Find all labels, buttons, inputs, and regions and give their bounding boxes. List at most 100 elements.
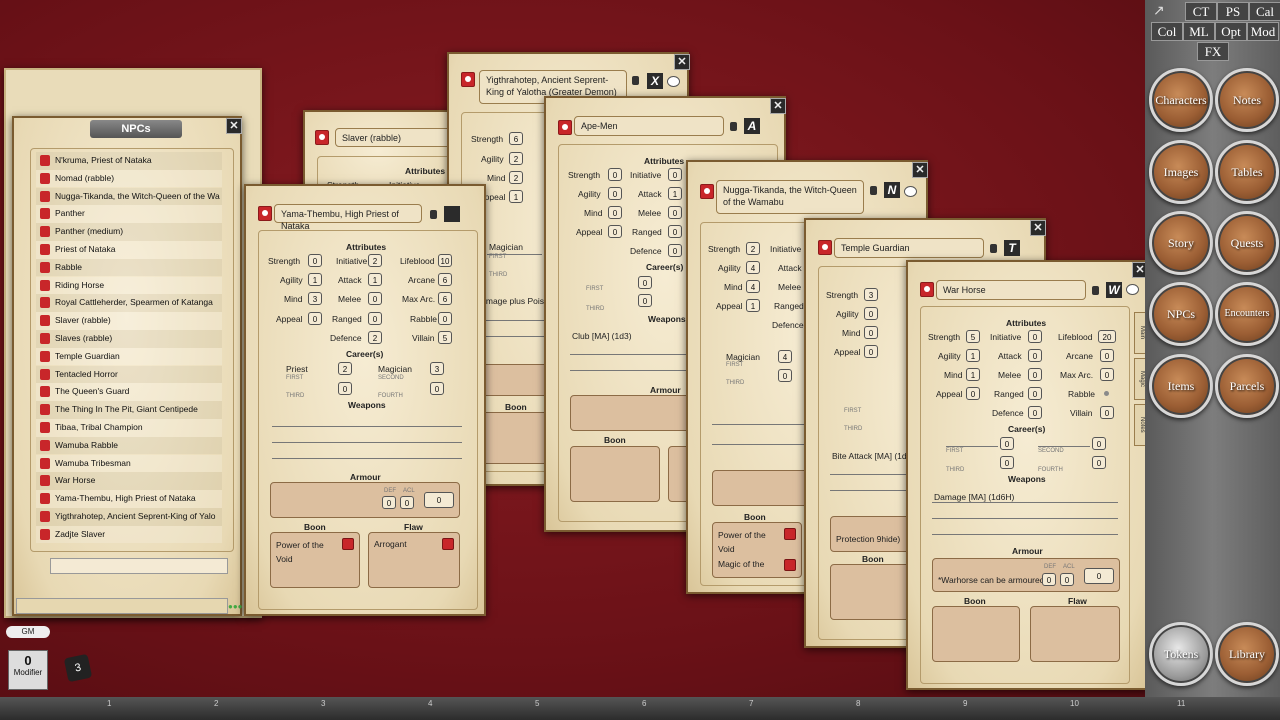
melee-value[interactable]: 0: [668, 206, 682, 219]
close-icon[interactable]: ✕: [912, 162, 928, 178]
dice-icon[interactable]: 3: [63, 653, 93, 683]
close-icon[interactable]: ✕: [674, 54, 690, 70]
npc-list-item[interactable]: Rabble: [36, 258, 222, 277]
strength-value[interactable]: 6: [509, 132, 523, 145]
chat-bubble-icon[interactable]: [1126, 284, 1139, 295]
appeal-value[interactable]: 0: [864, 345, 878, 358]
career-3-value[interactable]: 0: [778, 369, 792, 382]
chat-bubble-icon[interactable]: [667, 76, 680, 87]
token-letter-w[interactable]: W: [1106, 282, 1122, 298]
career-1-value[interactable]: 0: [638, 276, 652, 289]
mind-value[interactable]: 4: [746, 280, 760, 293]
flaw-box[interactable]: [1030, 606, 1120, 662]
hotkey-slot-7[interactable]: 7: [749, 699, 753, 708]
npc-list-item[interactable]: War Horse: [36, 472, 222, 491]
agility-value[interactable]: 0: [864, 307, 878, 320]
appeal-value[interactable]: 0: [966, 387, 980, 400]
mind-value[interactable]: 2: [509, 171, 523, 184]
tables-button[interactable]: Tables: [1215, 140, 1279, 204]
close-icon[interactable]: ✕: [1030, 220, 1046, 236]
npc-list-item[interactable]: Panther (medium): [36, 223, 222, 241]
career-1-name[interactable]: Magician: [726, 352, 760, 362]
career-2-value[interactable]: 0: [1092, 437, 1106, 450]
ranged-value[interactable]: 0: [668, 225, 682, 238]
boon-link-icon[interactable]: [342, 538, 354, 550]
war-horse-name[interactable]: War Horse: [936, 280, 1086, 300]
boon-box[interactable]: [932, 606, 1020, 662]
career-3-value[interactable]: 0: [338, 382, 352, 395]
hotkey-slot-1[interactable]: 1: [107, 699, 111, 708]
armour-def-value[interactable]: 0: [382, 496, 396, 509]
maxarc-value[interactable]: 6: [438, 292, 452, 305]
opt-button[interactable]: Opt: [1215, 22, 1247, 41]
encounters-button[interactable]: Encounters: [1215, 282, 1279, 346]
nugga-name[interactable]: Nugga-Tikanda, the Witch-Queen of the Wa…: [716, 180, 864, 214]
flaw-link-icon[interactable]: [442, 538, 454, 550]
attack-value[interactable]: 1: [368, 273, 382, 286]
attack-value[interactable]: 1: [668, 187, 682, 200]
parcels-button[interactable]: Parcels: [1215, 354, 1279, 418]
npc-list-item[interactable]: Slaver (rabble): [36, 312, 222, 330]
attack-value[interactable]: 0: [1028, 349, 1042, 362]
npc-list-item[interactable]: The Thing In The Pit, Giant Centipede: [36, 401, 222, 419]
initiative-value[interactable]: 2: [368, 254, 382, 267]
cal-button[interactable]: Cal: [1249, 2, 1280, 21]
ct-button[interactable]: CT: [1185, 2, 1217, 21]
flaw-entry[interactable]: Arrogant: [374, 539, 407, 549]
npc-list-item[interactable]: Nugga-Tikanda, the Witch-Queen of the Wa: [36, 187, 222, 206]
hotkey-slot-10[interactable]: 10: [1070, 699, 1079, 708]
arcane-value[interactable]: 6: [438, 273, 452, 286]
ape-men-name[interactable]: Ape-Men: [574, 116, 724, 136]
strength-value[interactable]: 0: [608, 168, 622, 181]
lock-icon[interactable]: [990, 244, 997, 253]
close-icon[interactable]: ✕: [770, 98, 786, 114]
npc-search-input[interactable]: [50, 558, 228, 574]
story-button[interactable]: Story: [1149, 211, 1213, 275]
career-3-value[interactable]: 0: [638, 294, 652, 307]
armour-total-value[interactable]: 0: [1084, 568, 1114, 584]
pointer-icon[interactable]: ↗: [1153, 2, 1165, 19]
career-2-name[interactable]: Magician: [378, 364, 412, 374]
hotkey-slot-6[interactable]: 6: [642, 699, 646, 708]
items-button[interactable]: Items: [1149, 354, 1213, 418]
strength-value[interactable]: 2: [746, 242, 760, 255]
characters-button[interactable]: Characters: [1149, 68, 1213, 132]
mind-value[interactable]: 0: [608, 206, 622, 219]
lifeblood-value[interactable]: 10: [438, 254, 452, 267]
ml-button[interactable]: ML: [1183, 22, 1215, 41]
npc-list-item[interactable]: N'kruma, Priest of Nataka: [36, 152, 222, 170]
career-1-value[interactable]: 4: [778, 350, 792, 363]
career-4-value[interactable]: 0: [430, 382, 444, 395]
tokens-button[interactable]: Tokens: [1149, 622, 1213, 686]
lifeblood-value[interactable]: 20: [1098, 330, 1116, 343]
npc-list-item[interactable]: Priest of Nataka: [36, 241, 222, 259]
career-3-value[interactable]: 0: [1000, 456, 1014, 469]
npc-list-item[interactable]: Panther: [36, 205, 222, 224]
career-2-value[interactable]: 3: [430, 362, 444, 375]
melee-value[interactable]: 0: [368, 292, 382, 305]
chat-bubble-icon[interactable]: [904, 186, 917, 197]
lock-icon[interactable]: [730, 122, 737, 131]
agility-value[interactable]: 0: [608, 187, 622, 200]
initiative-value[interactable]: 0: [1028, 330, 1042, 343]
lock-icon[interactable]: [430, 210, 437, 219]
token-letter-n[interactable]: N: [884, 182, 900, 198]
arcane-value[interactable]: 0: [1100, 349, 1114, 362]
lock-icon[interactable]: [1092, 286, 1099, 295]
career-1-value[interactable]: 2: [338, 362, 352, 375]
mind-value[interactable]: 3: [308, 292, 322, 305]
boon-box[interactable]: [830, 564, 910, 620]
boon-entry-2[interactable]: Magic of the: [718, 559, 764, 569]
quests-button[interactable]: Quests: [1215, 211, 1279, 275]
appeal-value[interactable]: 1: [509, 190, 523, 203]
slaver-name[interactable]: Slaver (rabble): [335, 128, 453, 147]
images-button[interactable]: Images: [1149, 140, 1213, 204]
lock-icon[interactable]: [870, 186, 877, 195]
mind-value[interactable]: 0: [864, 326, 878, 339]
npc-list-item[interactable]: Tibaa, Tribal Champion: [36, 419, 222, 437]
agility-value[interactable]: 2: [509, 152, 523, 165]
hotkey-slot-5[interactable]: 5: [535, 699, 539, 708]
npc-list-item[interactable]: Yigthrahotep, Ancient Seprent-King of Ya…: [36, 508, 222, 526]
defence-value[interactable]: 0: [668, 244, 682, 257]
appeal-value[interactable]: 1: [746, 299, 760, 312]
